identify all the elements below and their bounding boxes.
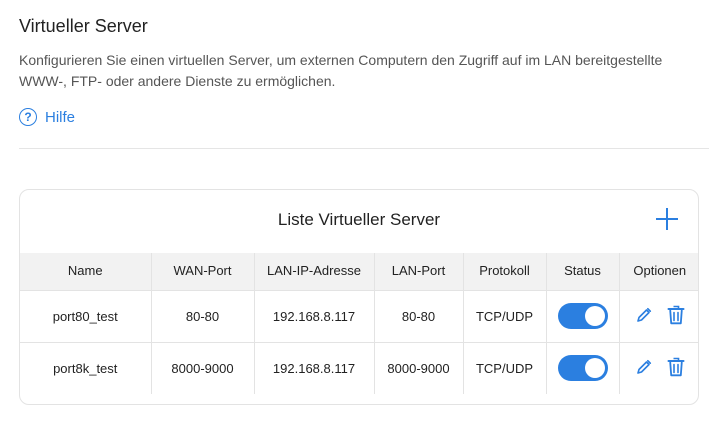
table-row: port8k_test 8000-9000 192.168.8.117 8000… <box>20 341 698 394</box>
add-server-button[interactable] <box>656 208 678 230</box>
cell-wan-port: 80-80 <box>150 289 254 342</box>
edit-button[interactable] <box>635 358 653 376</box>
edit-button[interactable] <box>635 306 653 324</box>
cell-lan-port: 80-80 <box>373 289 463 342</box>
list-title: Liste Virtueller Server <box>277 210 441 229</box>
cell-protocol: TCP/UDP <box>462 289 546 342</box>
column-header-lan-port: LAN-Port <box>373 253 463 290</box>
cell-name: port8k_test <box>20 341 151 394</box>
column-header-lan-ip: LAN-IP-Adresse <box>253 253 374 290</box>
pencil-icon <box>636 360 651 375</box>
cell-protocol: TCP/UDP <box>462 341 546 394</box>
toggle-knob <box>584 306 605 326</box>
column-header-protocol: Protokoll <box>462 253 546 290</box>
virtual-server-list-card: Liste Virtueller Server Name WAN-Port LA… <box>19 189 699 405</box>
cell-lan-port: 8000-9000 <box>373 341 463 394</box>
page-description: Konfigurieren Sie einen virtuellen Serve… <box>19 52 663 89</box>
toggle-knob <box>584 358 605 379</box>
section-divider <box>19 148 709 149</box>
table-header-row: Name WAN-Port LAN-IP-Adresse LAN-Port Pr… <box>20 253 698 290</box>
cell-lan-ip: 192.168.8.117 <box>253 341 374 394</box>
cell-options <box>618 289 698 342</box>
cell-status <box>545 289 619 342</box>
page-title: Virtueller Server <box>19 16 148 36</box>
cell-wan-port: 8000-9000 <box>150 341 254 394</box>
delete-button[interactable] <box>667 305 685 325</box>
help-link[interactable]: ? Hilfe <box>19 108 75 126</box>
column-header-status: Status <box>545 253 619 290</box>
help-label: Hilfe <box>45 108 76 126</box>
column-header-name: Name <box>67 263 103 279</box>
question-circle-icon: ? <box>19 108 37 126</box>
virtual-server-table: Name WAN-Port LAN-IP-Adresse LAN-Port Pr… <box>20 253 698 394</box>
cell-lan-ip: 192.168.8.117 <box>253 289 374 342</box>
status-toggle[interactable] <box>557 355 608 382</box>
cell-options <box>618 341 698 394</box>
status-toggle[interactable] <box>557 303 608 329</box>
trash-icon <box>667 305 685 325</box>
pencil-icon <box>636 307 651 322</box>
delete-button[interactable] <box>667 357 685 377</box>
column-header-options: Optionen <box>618 253 698 290</box>
cell-status <box>545 341 619 394</box>
trash-icon <box>667 357 685 377</box>
cell-name: port80_test <box>20 289 151 342</box>
column-header-wan-port: WAN-Port <box>150 253 254 290</box>
table-row: port80_test 80-80 192.168.8.117 80-80 TC… <box>20 289 698 342</box>
